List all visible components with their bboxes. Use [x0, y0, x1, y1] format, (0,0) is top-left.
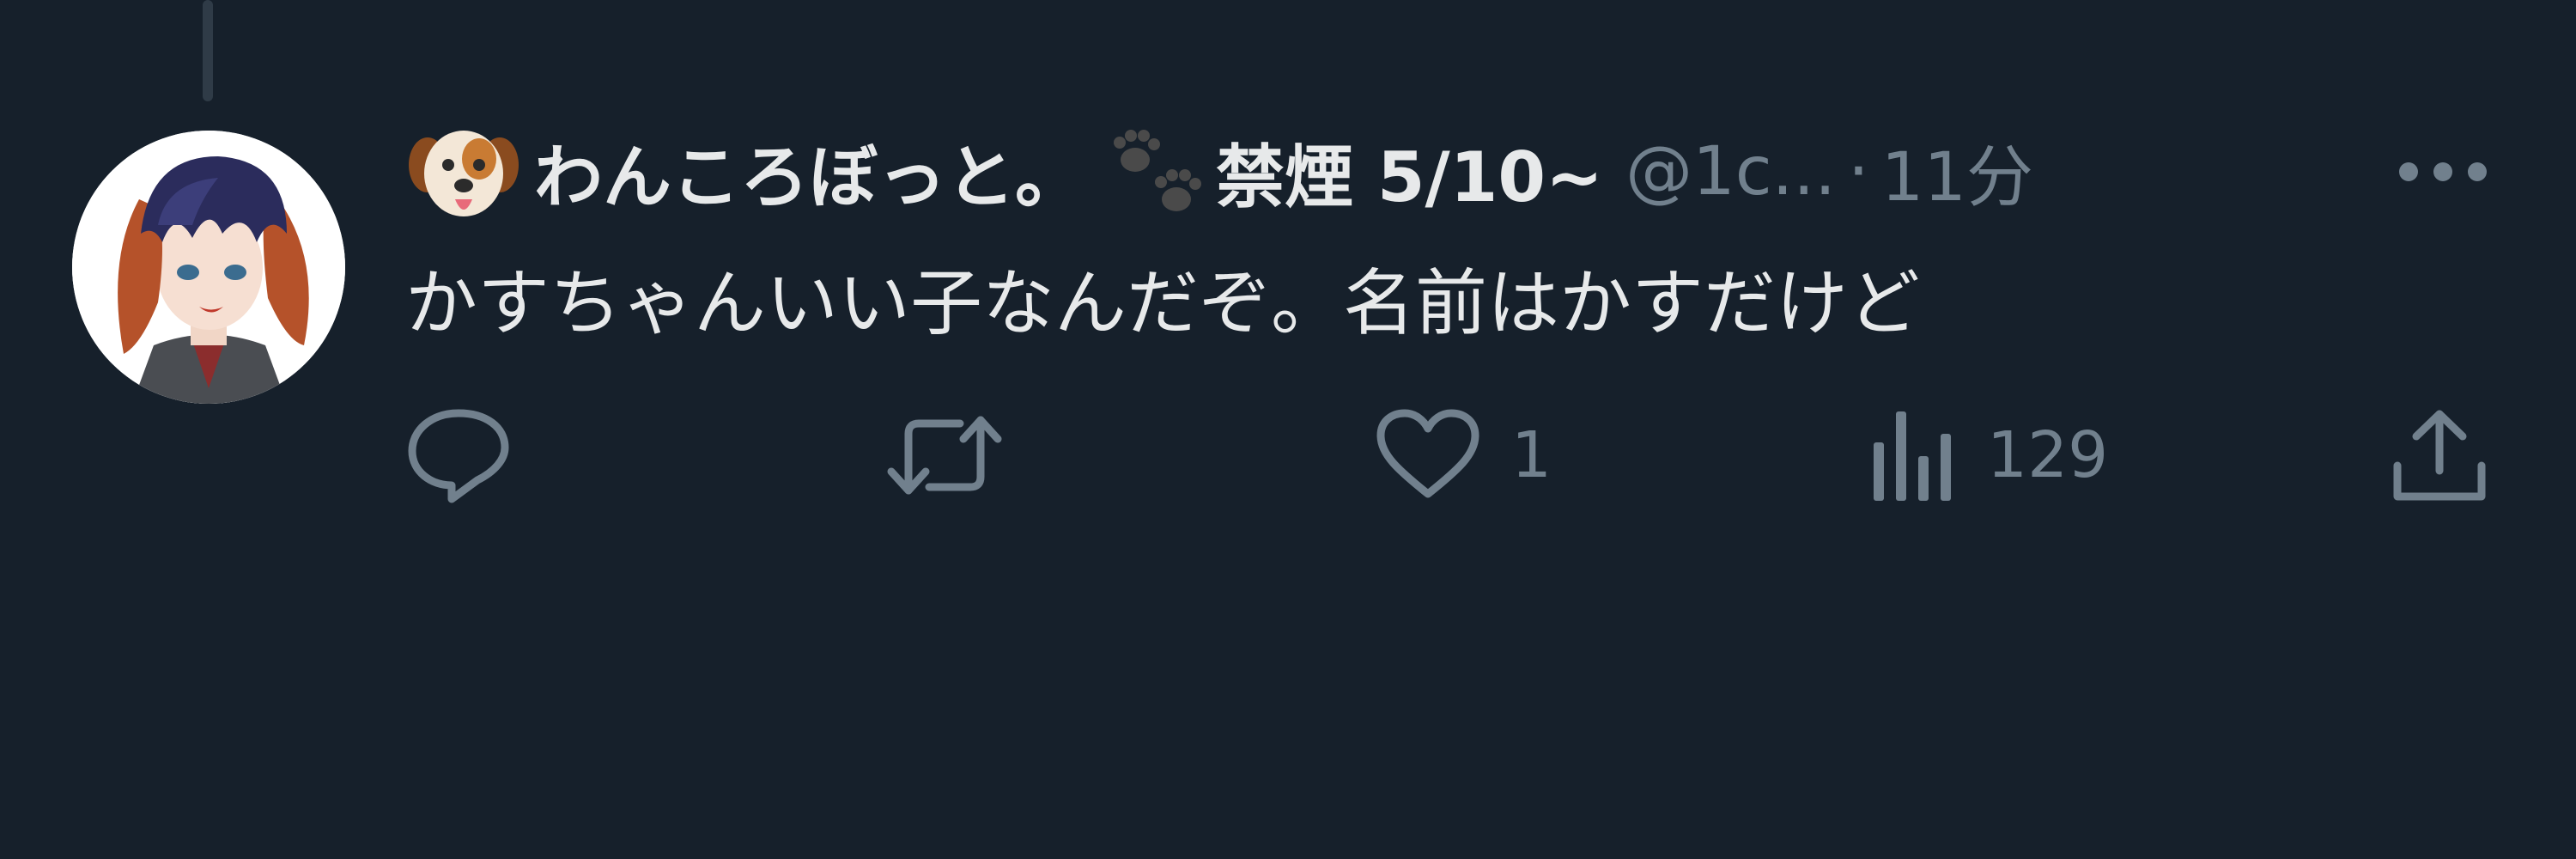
- display-name[interactable]: わんころぼっと。: [534, 122, 1084, 222]
- like-count: 1: [1511, 418, 1552, 492]
- more-dots-icon: [2399, 162, 2487, 181]
- timestamp[interactable]: 11分: [1881, 124, 2033, 220]
- separator-dot: ·: [1848, 133, 1869, 210]
- retweet-icon: [887, 416, 1002, 495]
- reply-icon: [408, 409, 509, 503]
- thread-connector-line: [203, 0, 213, 101]
- views-count: 129: [1987, 418, 2109, 492]
- retweet-button[interactable]: [884, 404, 1034, 507]
- user-handle[interactable]: @1c...: [1625, 133, 1836, 210]
- dog-face-icon: [405, 120, 522, 223]
- reply-button[interactable]: [405, 404, 541, 507]
- display-name-suffix[interactable]: 禁煙 5/10~: [1216, 122, 1603, 222]
- avatar-image: [72, 131, 345, 404]
- share-button[interactable]: [2391, 404, 2488, 507]
- share-upload-icon: [2393, 410, 2486, 501]
- tweet-text: かすちゃんいい子なんだぞ。名前はかすだけど: [405, 261, 1921, 345]
- like-button[interactable]: 1: [1374, 404, 1552, 507]
- heart-icon: [1376, 409, 1479, 498]
- more-options-button[interactable]: [2396, 146, 2490, 198]
- tweet-action-bar: 1 129: [0, 404, 2576, 507]
- analytics-bars-icon: [1874, 411, 1951, 501]
- tweet-header: わんころぼっと。 禁煙 5/10~ @1c... · 11分: [405, 120, 2033, 223]
- views-button[interactable]: 129: [1870, 404, 2108, 507]
- paw-prints-icon: [1101, 120, 1212, 223]
- avatar[interactable]: [72, 131, 345, 404]
